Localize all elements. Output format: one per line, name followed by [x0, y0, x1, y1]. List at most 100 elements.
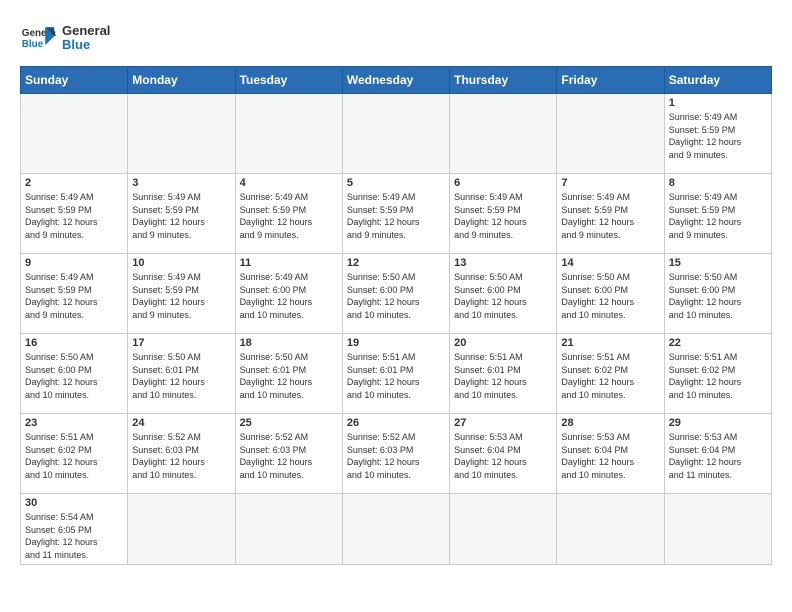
day-number: 17 [132, 337, 230, 349]
day-number: 25 [240, 417, 338, 429]
day-info: Sunrise: 5:53 AM Sunset: 6:04 PM Dayligh… [561, 431, 659, 481]
day-info: Sunrise: 5:49 AM Sunset: 5:59 PM Dayligh… [132, 191, 230, 241]
calendar-cell [235, 494, 342, 565]
day-number: 28 [561, 417, 659, 429]
calendar-header: Sunday Monday Tuesday Wednesday Thursday… [21, 67, 772, 94]
calendar-cell: 1 Sunrise: 5:49 AM Sunset: 5:59 PM Daylig… [664, 94, 771, 174]
calendar-cell [128, 494, 235, 565]
calendar-cell: 16 Sunrise: 5:50 AM Sunset: 6:00 PM Dayli… [21, 334, 128, 414]
day-info: Sunrise: 5:51 AM Sunset: 6:02 PM Dayligh… [25, 431, 123, 481]
day-info: Sunrise: 5:50 AM Sunset: 6:00 PM Dayligh… [669, 271, 767, 321]
day-number: 5 [347, 177, 445, 189]
calendar-cell: 11 Sunrise: 5:49 AM Sunset: 6:00 PM Dayli… [235, 254, 342, 334]
calendar-cell: 5 Sunrise: 5:49 AM Sunset: 5:59 PM Daylig… [342, 174, 449, 254]
day-info: Sunrise: 5:49 AM Sunset: 5:59 PM Dayligh… [132, 271, 230, 321]
calendar-cell: 18 Sunrise: 5:50 AM Sunset: 6:01 PM Dayli… [235, 334, 342, 414]
day-info: Sunrise: 5:51 AM Sunset: 6:01 PM Dayligh… [454, 351, 552, 401]
day-number: 23 [25, 417, 123, 429]
calendar-cell: 27Sunrise: 5:53 AM Sunset: 6:04 PM Dayli… [450, 414, 557, 494]
day-info: Sunrise: 5:51 AM Sunset: 6:02 PM Dayligh… [561, 351, 659, 401]
day-number: 8 [669, 177, 767, 189]
calendar-cell: 22 Sunrise: 5:51 AM Sunset: 6:02 PM Dayli… [664, 334, 771, 414]
logo-icon: General Blue [20, 20, 56, 56]
calendar-cell: 17Sunrise: 5:50 AM Sunset: 6:01 PM Dayli… [128, 334, 235, 414]
calendar-cell [235, 94, 342, 174]
header-tuesday: Tuesday [235, 67, 342, 94]
calendar-cell: 19 Sunrise: 5:51 AM Sunset: 6:01 PM Dayli… [342, 334, 449, 414]
day-number: 1 [669, 97, 767, 109]
day-number: 20 [454, 337, 552, 349]
day-number: 13 [454, 257, 552, 269]
day-number: 3 [132, 177, 230, 189]
calendar-cell: 26 Sunrise: 5:52 AM Sunset: 6:03 PM Dayli… [342, 414, 449, 494]
day-number: 26 [347, 417, 445, 429]
calendar-cell: 28 Sunrise: 5:53 AM Sunset: 6:04 PM Dayli… [557, 414, 664, 494]
header-thursday: Thursday [450, 67, 557, 94]
day-number: 10 [132, 257, 230, 269]
calendar-cell: 6 Sunrise: 5:49 AM Sunset: 5:59 PM Daylig… [450, 174, 557, 254]
logo-general: General [62, 24, 110, 38]
day-info: Sunrise: 5:49 AM Sunset: 6:00 PM Dayligh… [240, 271, 338, 321]
day-info: Sunrise: 5:51 AM Sunset: 6:01 PM Dayligh… [347, 351, 445, 401]
day-info: Sunrise: 5:50 AM Sunset: 6:00 PM Dayligh… [561, 271, 659, 321]
calendar-cell [450, 94, 557, 174]
day-info: Sunrise: 5:53 AM Sunset: 6:04 PM Dayligh… [669, 431, 767, 481]
day-info: Sunrise: 5:49 AM Sunset: 5:59 PM Dayligh… [240, 191, 338, 241]
day-number: 16 [25, 337, 123, 349]
day-number: 19 [347, 337, 445, 349]
day-info: Sunrise: 5:52 AM Sunset: 6:03 PM Dayligh… [347, 431, 445, 481]
calendar-cell: 4 Sunrise: 5:49 AM Sunset: 5:59 PM Daylig… [235, 174, 342, 254]
calendar-cell: 25Sunrise: 5:52 AM Sunset: 6:03 PM Dayli… [235, 414, 342, 494]
day-info: Sunrise: 5:50 AM Sunset: 6:00 PM Dayligh… [454, 271, 552, 321]
day-number: 30 [25, 497, 123, 509]
day-info: Sunrise: 5:49 AM Sunset: 5:59 PM Dayligh… [669, 111, 767, 161]
day-number: 2 [25, 177, 123, 189]
logo: General Blue General Blue [20, 20, 110, 56]
calendar-cell [128, 94, 235, 174]
day-info: Sunrise: 5:49 AM Sunset: 5:59 PM Dayligh… [454, 191, 552, 241]
day-info: Sunrise: 5:54 AM Sunset: 6:05 PM Dayligh… [25, 511, 123, 561]
day-info: Sunrise: 5:52 AM Sunset: 6:03 PM Dayligh… [132, 431, 230, 481]
day-number: 21 [561, 337, 659, 349]
header-row: Sunday Monday Tuesday Wednesday Thursday… [21, 67, 772, 94]
calendar-cell [664, 494, 771, 565]
header-friday: Friday [557, 67, 664, 94]
header-wednesday: Wednesday [342, 67, 449, 94]
calendar-cell: 10 Sunrise: 5:49 AM Sunset: 5:59 PM Dayli… [128, 254, 235, 334]
day-info: Sunrise: 5:51 AM Sunset: 6:02 PM Dayligh… [669, 351, 767, 401]
day-info: Sunrise: 5:50 AM Sunset: 6:01 PM Dayligh… [240, 351, 338, 401]
calendar-cell: 3 Sunrise: 5:49 AM Sunset: 5:59 PM Daylig… [128, 174, 235, 254]
calendar-cell: 15Sunrise: 5:50 AM Sunset: 6:00 PM Dayli… [664, 254, 771, 334]
day-number: 18 [240, 337, 338, 349]
calendar-cell: 24Sunrise: 5:52 AM Sunset: 6:03 PM Dayli… [128, 414, 235, 494]
logo-blue: Blue [62, 38, 110, 52]
calendar-cell: 2Sunrise: 5:49 AM Sunset: 5:59 PM Daylig… [21, 174, 128, 254]
calendar-cell [557, 94, 664, 174]
day-info: Sunrise: 5:50 AM Sunset: 6:00 PM Dayligh… [347, 271, 445, 321]
day-number: 4 [240, 177, 338, 189]
svg-text:Blue: Blue [22, 39, 44, 50]
day-number: 14 [561, 257, 659, 269]
calendar-cell [557, 494, 664, 565]
calendar-cell: 30 Sunrise: 5:54 AM Sunset: 6:05 PM Dayli… [21, 494, 128, 565]
day-info: Sunrise: 5:49 AM Sunset: 5:59 PM Dayligh… [347, 191, 445, 241]
calendar-cell: 12 Sunrise: 5:50 AM Sunset: 6:00 PM Dayli… [342, 254, 449, 334]
day-info: Sunrise: 5:53 AM Sunset: 6:04 PM Dayligh… [454, 431, 552, 481]
calendar-cell: 21 Sunrise: 5:51 AM Sunset: 6:02 PM Dayli… [557, 334, 664, 414]
day-number: 22 [669, 337, 767, 349]
header: General Blue General Blue [20, 20, 772, 56]
day-info: Sunrise: 5:49 AM Sunset: 5:59 PM Dayligh… [561, 191, 659, 241]
calendar-cell: 13 Sunrise: 5:50 AM Sunset: 6:00 PM Dayli… [450, 254, 557, 334]
calendar-cell: 8Sunrise: 5:49 AM Sunset: 5:59 PM Daylig… [664, 174, 771, 254]
header-monday: Monday [128, 67, 235, 94]
day-number: 6 [454, 177, 552, 189]
day-number: 11 [240, 257, 338, 269]
calendar-body: 1 Sunrise: 5:49 AM Sunset: 5:59 PM Daylig… [21, 94, 772, 565]
day-number: 9 [25, 257, 123, 269]
day-number: 7 [561, 177, 659, 189]
calendar-table: Sunday Monday Tuesday Wednesday Thursday… [20, 66, 772, 565]
calendar-cell [342, 94, 449, 174]
header-sunday: Sunday [21, 67, 128, 94]
day-info: Sunrise: 5:50 AM Sunset: 6:00 PM Dayligh… [25, 351, 123, 401]
day-number: 12 [347, 257, 445, 269]
